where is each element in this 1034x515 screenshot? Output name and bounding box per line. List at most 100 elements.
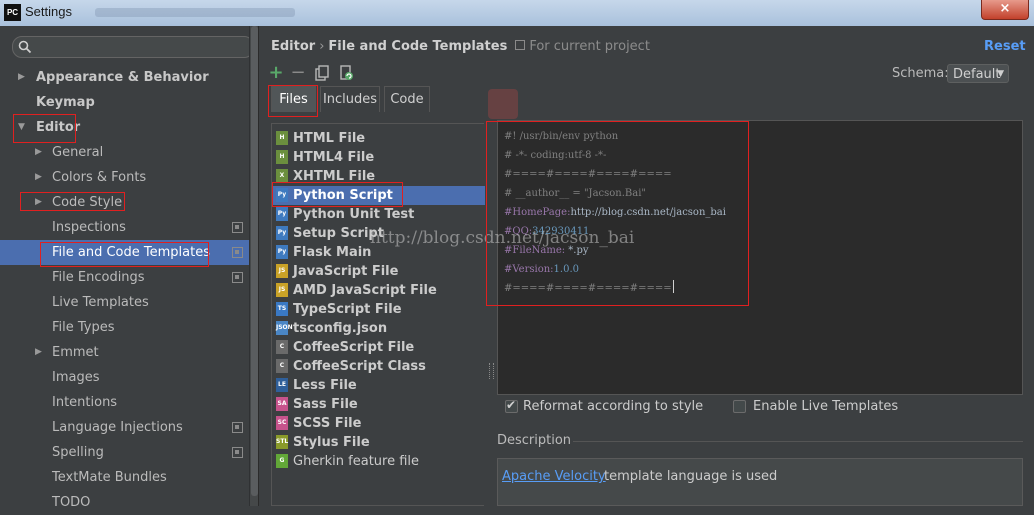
sidebar-item-label: Images <box>52 370 100 385</box>
template-label: Less File <box>293 378 357 393</box>
breadcrumb-parent[interactable]: Editor <box>271 39 315 54</box>
template-list-item[interactable]: JS AMD JavaScript File <box>272 281 485 300</box>
sidebar-item-label: Editor <box>36 120 81 135</box>
sidebar-item-code-style[interactable]: ▶ Code Style <box>0 190 258 215</box>
template-label: Python Unit Test <box>293 207 415 222</box>
sidebar-item-label: File Types <box>52 320 115 335</box>
tab-code[interactable]: Code <box>384 86 430 112</box>
tab-includes[interactable]: Includes <box>320 86 380 112</box>
expand-right-icon[interactable]: ▶ <box>35 165 42 190</box>
sidebar-item-file-encodings[interactable]: File Encodings <box>0 265 258 290</box>
python-icon: Py <box>276 188 288 202</box>
xhtml-file-icon: X <box>276 169 288 183</box>
sidebar-item-language-injections[interactable]: Language Injections <box>0 415 258 440</box>
remove-template-button[interactable]: − <box>289 64 307 82</box>
template-editor[interactable]: #! /usr/bin/env python # -*- coding:utf-… <box>497 120 1023 395</box>
description-label: Description <box>497 433 572 448</box>
template-list: H HTML File H HTML4 File X XHTML File Py Python… <box>271 123 485 506</box>
sidebar-item-label: General <box>52 145 104 160</box>
sidebar-item-inspections[interactable]: Inspections <box>0 215 258 240</box>
expand-down-icon[interactable]: ▼ <box>18 115 25 140</box>
tab-files[interactable]: Files <box>271 86 316 112</box>
template-list-item[interactable]: C CoffeeScript Class <box>272 357 485 376</box>
template-list-item[interactable]: SA Sass File <box>272 395 485 414</box>
settings-search-input[interactable] <box>12 36 254 58</box>
sidebar-item-label: TODO <box>52 495 91 510</box>
sidebar-scrollbar-thumb[interactable] <box>251 26 258 496</box>
description-text: template language is used <box>604 469 778 484</box>
sidebar-item-live-templates[interactable]: Live Templates <box>0 290 258 315</box>
sidebar-item-label: TextMate Bundles <box>52 470 167 485</box>
blurred-title-area <box>95 8 295 17</box>
template-list-item[interactable]: JS JavaScript File <box>272 262 485 281</box>
template-list-item[interactable]: SC SCSS File <box>272 414 485 433</box>
editor-line: #====#====#====#==== <box>504 279 674 298</box>
chevron-down-icon: ▼ <box>997 69 1004 79</box>
template-label: AMD JavaScript File <box>293 283 437 298</box>
sidebar-item-intentions[interactable]: Intentions <box>0 390 258 415</box>
template-list-item[interactable]: X XHTML File <box>272 167 485 186</box>
project-scope-icon <box>232 447 243 458</box>
search-icon <box>18 40 32 54</box>
reset-to-default-icon[interactable] <box>337 64 355 82</box>
gherkin-file-icon: G <box>276 454 288 468</box>
sidebar-item-keymap[interactable]: Keymap <box>0 90 258 115</box>
sidebar-item-label: Live Templates <box>52 295 149 310</box>
sidebar-item-label: Code Style <box>52 195 123 210</box>
schema-select[interactable]: Default ▼ <box>947 64 1009 83</box>
copy-icon[interactable] <box>313 64 331 82</box>
sidebar-item-file-types[interactable]: File Types <box>0 315 258 340</box>
sass-file-icon: SA <box>276 397 288 411</box>
sidebar-item-spelling[interactable]: Spelling <box>0 440 258 465</box>
sidebar-item-label: Intentions <box>52 395 118 410</box>
reformat-checkbox[interactable] <box>505 398 518 413</box>
template-list-item[interactable]: Py Python Script <box>272 186 485 205</box>
expand-right-icon[interactable]: ▶ <box>18 65 25 90</box>
template-list-item[interactable]: JSON tsconfig.json <box>272 319 485 338</box>
template-label: Gherkin feature file <box>293 454 420 469</box>
list-editor-splitter[interactable] <box>486 123 496 506</box>
sidebar-item-label: Spelling <box>52 445 104 460</box>
template-list-item[interactable]: STL Stylus File <box>272 433 485 452</box>
editor-line: # -*- coding:utf-8 -*- <box>504 150 607 161</box>
sidebar-item-textmate-bundles[interactable]: TextMate Bundles <box>0 465 258 490</box>
breadcrumb-separator: › <box>319 39 325 54</box>
expand-right-icon[interactable]: ▶ <box>35 140 42 165</box>
sidebar-item-todo[interactable]: TODO <box>0 490 258 515</box>
stylus-file-icon: STL <box>276 435 288 449</box>
project-scope-icon <box>232 222 243 233</box>
expand-right-icon[interactable]: ▶ <box>35 190 42 215</box>
sidebar-item-editor[interactable]: ▼ Editor <box>0 115 258 140</box>
template-list-item[interactable]: H HTML4 File <box>272 148 485 167</box>
sidebar-item-emmet[interactable]: ▶ Emmet <box>0 340 258 365</box>
sidebar-item-colors-fonts[interactable]: ▶ Colors & Fonts <box>0 165 258 190</box>
template-list-item[interactable]: C CoffeeScript File <box>272 338 485 357</box>
reformat-label[interactable]: Reformat according to style <box>523 399 703 414</box>
project-scope-icon <box>232 247 243 258</box>
breadcrumb: Editor › File and Code Templates For curren… <box>271 39 650 54</box>
less-file-icon: LE <box>276 378 288 392</box>
template-label: HTML4 File <box>293 150 375 165</box>
sidebar-item-label: File Encodings <box>52 270 145 285</box>
apache-velocity-link[interactable]: Apache Velocity <box>502 469 606 484</box>
close-button[interactable]: × <box>981 0 1029 20</box>
template-list-item[interactable]: G Gherkin feature file <box>272 452 485 471</box>
template-list-item[interactable]: TS TypeScript File <box>272 300 485 319</box>
template-list-item[interactable]: H HTML File <box>272 129 485 148</box>
python-icon: Py <box>276 226 288 240</box>
project-scope-icon <box>515 40 526 50</box>
template-list-item[interactable]: Py Python Unit Test <box>272 205 485 224</box>
add-template-button[interactable]: + <box>267 64 285 82</box>
reset-link[interactable]: Reset <box>984 39 1026 54</box>
expand-right-icon[interactable]: ▶ <box>35 340 42 365</box>
live-templates-checkbox[interactable] <box>733 400 746 413</box>
sidebar-item-images[interactable]: Images <box>0 365 258 390</box>
template-label: JavaScript File <box>293 264 399 279</box>
sidebar-item-file-and-code-templates[interactable]: File and Code Templates <box>0 240 258 265</box>
sidebar-item-general[interactable]: ▶ General <box>0 140 258 165</box>
sidebar-item-label: Keymap <box>36 95 95 110</box>
template-list-item[interactable]: LE Less File <box>272 376 485 395</box>
sidebar-item-appearance-behavior[interactable]: ▶ Appearance & Behavior <box>0 65 258 90</box>
live-templates-label[interactable]: Enable Live Templates <box>753 399 898 414</box>
template-label: CoffeeScript File <box>293 340 415 355</box>
